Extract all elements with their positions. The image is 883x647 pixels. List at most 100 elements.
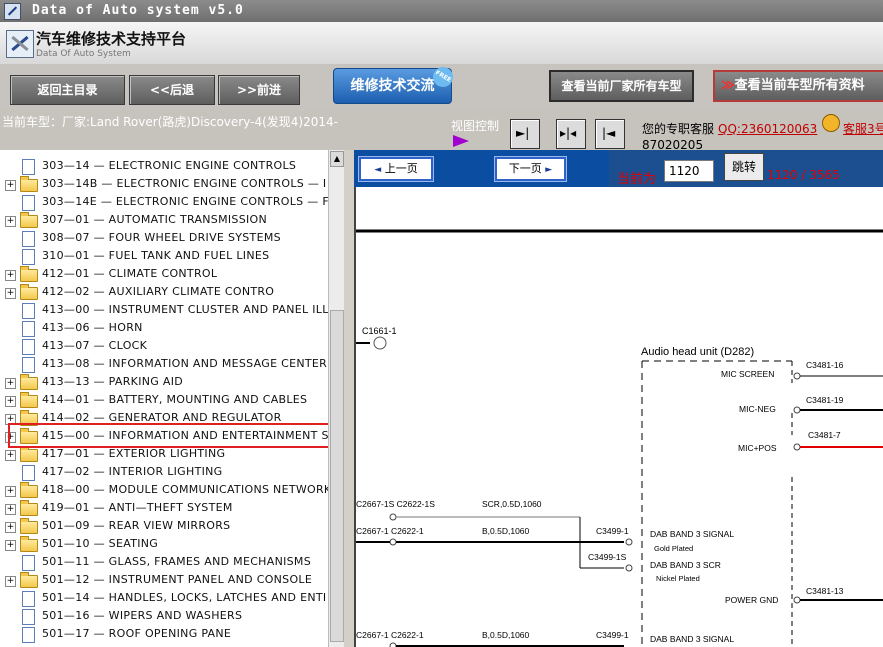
forward-button[interactable]: >>前进 [218, 75, 300, 105]
tree-item[interactable]: +414—01 — BATTERY, MOUNTING AND CABLES [0, 392, 340, 410]
folder-icon [20, 500, 38, 516]
arrows-inward-icon: ▸|◂ [560, 126, 577, 140]
scroll-up-arrow-icon[interactable]: ▲ [330, 151, 344, 167]
tree-scrollbar[interactable]: ▲ [328, 150, 344, 647]
current-model-text: 当前车型：厂家:Land Rover(路虎)Discovery-4(发现4)20… [2, 115, 338, 129]
tech-forum-button[interactable]: 维修技术交流 FREE [333, 63, 457, 104]
document-icon [22, 321, 35, 337]
pin-terminal-icon [793, 372, 801, 380]
tree-item[interactable]: 501—14 — HANDLES, LOCKS, LATCHES AND ENT… [0, 590, 340, 608]
double-arrow-icon: ≫ [721, 78, 735, 93]
expand-plus-icon[interactable]: + [5, 180, 16, 191]
all-info-label: 查看当前车型所有资料 [734, 78, 865, 93]
document-icon [22, 249, 35, 265]
tree-item[interactable]: +419—01 — ANTI—THEFT SYSTEM [0, 500, 340, 518]
conn-c3499-1: C3499-1 [596, 526, 629, 536]
expand-plus-icon[interactable]: + [5, 576, 16, 587]
jump-button[interactable]: 跳转 [724, 153, 764, 181]
next-page-button[interactable]: 下一页 ► [495, 157, 566, 181]
expand-plus-icon[interactable]: + [5, 504, 16, 515]
support-info: 您的专职客服 QQ:2360120063 [642, 120, 817, 137]
wire-2-spec: B,0.5D,1060 [482, 526, 530, 536]
expand-plus-icon[interactable]: + [5, 522, 16, 533]
home-button[interactable]: 返回主目录 [10, 75, 125, 105]
expand-plus-icon[interactable]: + [5, 450, 16, 461]
tech-forum-label: 维修技术交流 [350, 78, 435, 94]
tree-item[interactable]: 413—06 — HORN [0, 320, 340, 338]
scrollbar-thumb[interactable] [330, 310, 344, 642]
support-qq-link[interactable]: QQ:2360120063 [718, 122, 817, 136]
tree-item-label: 412—01 — CLIMATE CONTROL [42, 267, 218, 280]
conn-c3481-16: C3481-16 [806, 360, 844, 370]
document-icon [22, 231, 35, 247]
pin-dab-signal: DAB BAND 3 SIGNAL [650, 529, 734, 539]
expand-plus-icon[interactable]: + [5, 396, 16, 407]
tree-item[interactable]: +413—13 — PARKING AID [0, 374, 340, 392]
tree-item[interactable]: +303—14B — ELECTRONIC ENGINE CONTROLS — … [0, 176, 340, 194]
tree-item-label: 413—13 — PARKING AID [42, 375, 184, 388]
expand-right-button[interactable]: ►| [510, 119, 540, 149]
tree-item[interactable]: +418—00 — MODULE COMMUNICATIONS NETWORK [0, 482, 340, 500]
expand-plus-icon[interactable]: + [5, 378, 16, 389]
app-window-icon [4, 3, 21, 20]
pin-power-gnd: POWER GND [725, 595, 778, 605]
folder-icon [20, 536, 38, 552]
tree-item-label: 418—00 — MODULE COMMUNICATIONS NETWORK [42, 483, 332, 496]
info-bar: 当前车型：厂家:Land Rover(路虎)Discovery-4(发现4)20… [0, 110, 883, 152]
expand-plus-icon[interactable]: + [5, 486, 16, 497]
document-icon [22, 627, 35, 643]
all-info-button[interactable]: ≫查看当前车型所有资料 [713, 70, 883, 102]
split-view-button[interactable]: ▸|◂ [556, 119, 586, 149]
all-models-button[interactable]: 查看当前厂家所有车型 [549, 70, 694, 102]
wire-2-terminal-icon [389, 538, 397, 546]
expand-plus-icon[interactable]: + [5, 288, 16, 299]
tree-item-label: 413—06 — HORN [42, 321, 143, 334]
tree-item[interactable]: 501—16 — WIPERS AND WASHERS [0, 608, 340, 626]
tree-item[interactable]: 417—02 — INTERIOR LIGHTING [0, 464, 340, 482]
expand-left-button[interactable]: |◄ [595, 119, 625, 149]
tree-item-label: 501—10 — SEATING [42, 537, 159, 550]
tree-item[interactable]: +412—01 — CLIMATE CONTROL [0, 266, 340, 284]
tree-item[interactable]: +501—12 — INSTRUMENT PANEL AND CONSOLE [0, 572, 340, 590]
tree-item[interactable]: 501—11 — GLASS, FRAMES AND MECHANISMS [0, 554, 340, 572]
tree-item-label: 303—14B — ELECTRONIC ENGINE CONTROLS — I [42, 177, 327, 190]
prev-page-button[interactable]: ◄ 上一页 [359, 157, 433, 181]
next-page-label: 下一页 [508, 162, 542, 175]
document-icon [22, 609, 35, 625]
tree-item[interactable]: 308—07 — FOUR WHEEL DRIVE SYSTEMS [0, 230, 340, 248]
qq-penguin-icon[interactable] [822, 114, 840, 132]
expand-plus-icon[interactable]: + [5, 540, 16, 551]
arrow-left-bar-icon: |◄ [602, 126, 616, 140]
support-service-link[interactable]: 客服3号 [843, 120, 883, 137]
folder-icon [20, 284, 38, 300]
tree-item[interactable]: 413—08 — INFORMATION AND MESSAGE CENTER [0, 356, 340, 374]
tree-item[interactable]: +412—02 — AUXILIARY CLIMATE CONTRO [0, 284, 340, 302]
wire-1-from: C2667-1S C2622-1S [356, 499, 435, 509]
expand-plus-icon[interactable]: + [5, 270, 16, 281]
pin-mic-neg: MIC-NEG [739, 404, 776, 414]
back-button[interactable]: <<后退 [129, 75, 215, 105]
pin-dab-signal-2: DAB BAND 3 SIGNAL [650, 634, 734, 644]
tree-item[interactable]: +307—01 — AUTOMATIC TRANSMISSION [0, 212, 340, 230]
tree-item[interactable]: 303—14 — ELECTRONIC ENGINE CONTROLS [0, 158, 340, 176]
expand-plus-icon[interactable]: + [5, 216, 16, 227]
tree-item[interactable]: +501—09 — REAR VIEW MIRRORS [0, 518, 340, 536]
tree-item[interactable]: 413—07 — CLOCK [0, 338, 340, 356]
document-icon [22, 303, 35, 319]
app-title: 汽车维修技术支持平台 [36, 30, 187, 48]
page-number-input[interactable] [664, 160, 714, 182]
tree-item[interactable]: 303—14E — ELECTRONIC ENGINE CONTROLS — F [0, 194, 340, 212]
conn-c3499-1b: C3499-1 [596, 630, 629, 640]
tree-item[interactable]: +501—10 — SEATING [0, 536, 340, 554]
tree-item-label: 303—14 — ELECTRONIC ENGINE CONTROLS [42, 159, 297, 172]
folder-icon [20, 266, 38, 282]
document-tree[interactable]: 303—14 — ELECTRONIC ENGINE CONTROLS +303—… [0, 150, 341, 647]
tree-item[interactable]: +417—01 — EXTERIOR LIGHTING [0, 446, 340, 464]
tools-logo-icon [6, 30, 34, 58]
folder-icon [20, 392, 38, 408]
tree-item[interactable]: 310—01 — FUEL TANK AND FUEL LINES [0, 248, 340, 266]
tree-item-label: 412—02 — AUXILIARY CLIMATE CONTRO [42, 285, 275, 298]
window-title-bar[interactable]: Data of Auto system v5.0 [0, 0, 883, 22]
tree-item[interactable]: 413—00 — INSTRUMENT CLUSTER AND PANEL IL… [0, 302, 340, 320]
tree-item[interactable]: 501—17 — ROOF OPENING PANE [0, 626, 340, 644]
